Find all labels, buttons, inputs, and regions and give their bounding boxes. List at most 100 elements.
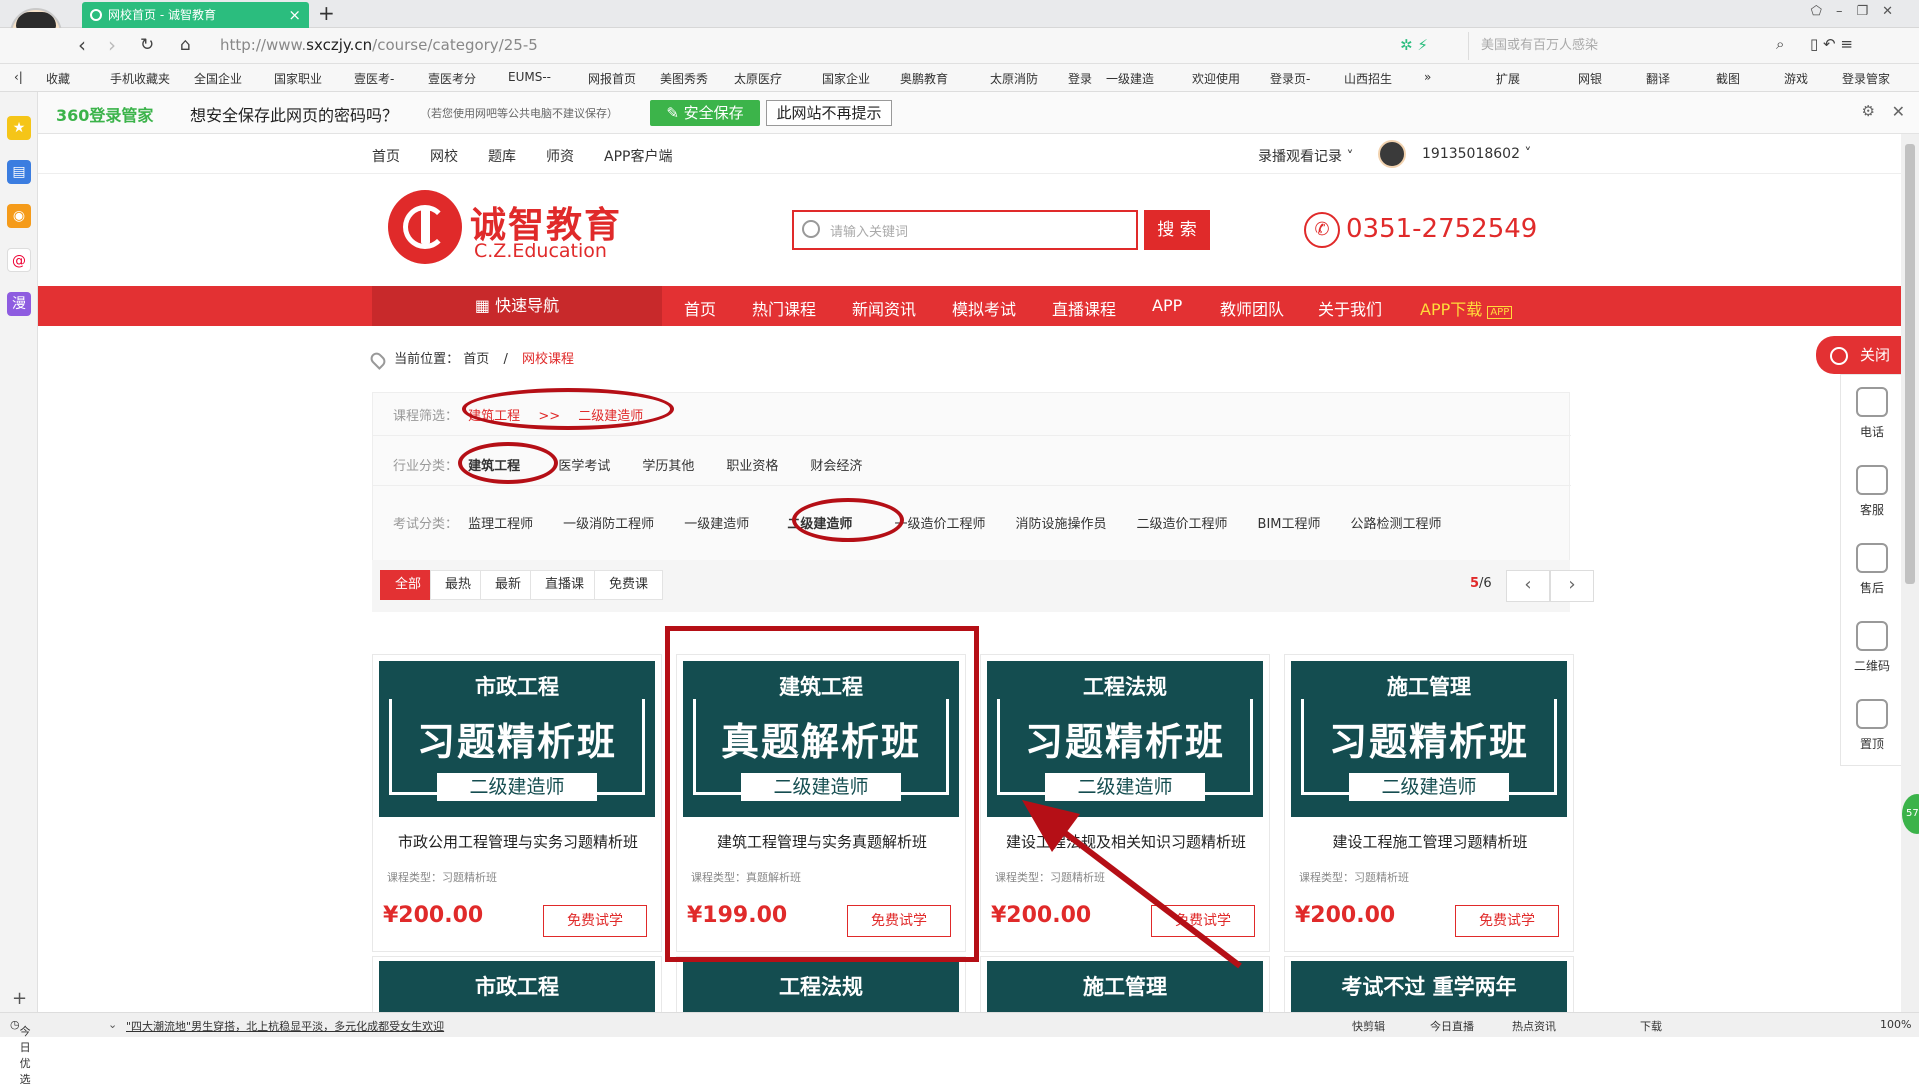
course-thumbnail[interactable]: 工程法规 <box>683 961 959 1012</box>
filter-option[interactable]: BIM工程师 <box>1258 513 1321 532</box>
service-item[interactable]: 客服 <box>1841 453 1903 533</box>
filter-option[interactable]: 一级建造师 <box>684 513 749 532</box>
sort-tab[interactable]: 最新 <box>480 570 537 600</box>
toolbar-item[interactable]: 扩展 <box>1496 70 1520 87</box>
prev-page-button[interactable]: ‹ <box>1506 570 1550 602</box>
course-card[interactable]: 市政工程 习题精析班 二级建造师 市政公用工程管理与实务习题精析班 课程类型：习题精析班… <box>372 654 662 952</box>
status-item[interactable]: 今日直播 <box>1430 1018 1474 1034</box>
bookmark-item[interactable]: 收藏 <box>46 70 70 87</box>
mainnav-item[interactable]: 新闻资讯 <box>852 296 916 320</box>
sort-tab[interactable]: 全部 <box>380 570 437 600</box>
mainnav-item[interactable]: 热门课程 <box>752 296 816 320</box>
mainnav-item[interactable]: 关于我们 <box>1318 296 1382 320</box>
filter-option[interactable]: 财会经济 <box>810 455 862 474</box>
close-tab-icon[interactable]: × <box>288 2 301 28</box>
new-tab-button[interactable]: + <box>318 0 335 26</box>
course-thumbnail[interactable]: 市政工程 习题精析班 二级建造师 <box>379 661 655 817</box>
bookmark-item[interactable]: 太原消防 <box>990 70 1038 87</box>
mainnav-item[interactable]: 首页 <box>684 296 716 320</box>
sidebar-toggle-icon[interactable]: ‹| <box>14 70 23 84</box>
favorites-icon[interactable]: ★ <box>7 116 31 140</box>
username-link[interactable]: 19135018602 ˅ <box>1422 146 1531 162</box>
bookmark-item[interactable]: 全国企业 <box>194 70 242 87</box>
filter-option[interactable]: 职业资格 <box>726 455 778 474</box>
browser-tab-active[interactable]: 网校首页 - 诚智教育 × <box>82 2 309 28</box>
bookmark-item[interactable]: 国家职业 <box>274 70 322 87</box>
page-scrollbar[interactable] <box>1901 134 1919 1012</box>
never-prompt-button[interactable]: 此网站不再提示 <box>766 100 892 126</box>
close-icon[interactable]: ✕ <box>1892 102 1905 121</box>
panel-close-button[interactable]: 关闭 <box>1816 336 1902 374</box>
news-icon[interactable]: ▤ <box>7 160 31 184</box>
home-icon[interactable]: ⌂ <box>180 34 191 56</box>
course-thumbnail[interactable]: 考试不过 重学两年 <box>1291 961 1567 1012</box>
search-icon[interactable]: ⌕ <box>1776 35 1784 53</box>
daily-pick[interactable]: ◷ 今日优选 <box>10 1018 31 1086</box>
toolbar-item[interactable]: 登录管家 <box>1842 70 1890 87</box>
service-item[interactable]: 电话 <box>1841 375 1903 455</box>
weibo-icon[interactable]: ◉ <box>7 204 31 228</box>
user-avatar-small[interactable] <box>1378 140 1406 168</box>
topnav-link[interactable]: APP客户端 <box>604 146 672 166</box>
free-trial-button[interactable]: 免费试学 <box>543 905 647 937</box>
filter-option[interactable]: 医学考试 <box>558 455 610 474</box>
toolbar-item[interactable]: 网银 <box>1578 70 1602 87</box>
status-item[interactable]: 热点资讯 <box>1512 1018 1556 1034</box>
add-sidebar-icon[interactable]: + <box>12 988 27 1009</box>
service-item[interactable]: 置顶 <box>1841 687 1903 767</box>
service-item[interactable]: 售后 <box>1841 531 1903 611</box>
bookmark-item[interactable]: 美图秀秀 <box>660 70 708 87</box>
scrollbar-thumb[interactable] <box>1905 144 1915 584</box>
bookmark-item[interactable]: 壹医考分 <box>428 70 476 87</box>
bookmark-item[interactable]: 网报首页 <box>588 70 636 87</box>
service-item[interactable]: 二维码 <box>1841 609 1903 689</box>
free-trial-button[interactable]: 免费试学 <box>1455 905 1559 937</box>
filter-option[interactable]: 一级消防工程师 <box>563 513 654 532</box>
bookmark-item[interactable]: 登录页- <box>1270 70 1310 87</box>
bookmark-item[interactable]: 欢迎使用 <box>1192 70 1240 87</box>
mainnav-item[interactable]: 教师团队 <box>1220 296 1284 320</box>
gear-icon[interactable]: ⚙ <box>1862 102 1875 120</box>
next-page-button[interactable]: › <box>1550 570 1594 602</box>
site-search-input[interactable]: 请输入关键词 <box>792 210 1138 250</box>
safe-save-button[interactable]: ✎ 安全保存 <box>650 100 760 126</box>
course-thumbnail[interactable]: 施工管理 习题精析班 二级建造师 <box>1291 661 1567 817</box>
bookmark-item[interactable]: EUMS-- <box>508 70 551 84</box>
course-title[interactable]: 建设工程施工管理习题精析班 <box>1285 831 1575 852</box>
bookmark-item[interactable]: 山西招生 <box>1344 70 1392 87</box>
course-card[interactable]: 工程法规 <box>676 956 966 1012</box>
bookmark-item[interactable]: 太原医疗 <box>734 70 782 87</box>
mainnav-item[interactable]: 直播课程 <box>1052 296 1116 320</box>
mail-icon[interactable]: @ <box>7 248 31 272</box>
topnav-link[interactable]: 题库 <box>488 146 516 166</box>
bookmark-item[interactable]: 壹医考- <box>354 70 394 87</box>
course-title[interactable]: 市政公用工程管理与实务习题精析班 <box>373 831 663 852</box>
bookmark-item[interactable]: 手机收藏夹 <box>110 70 170 87</box>
toolbar-item[interactable]: 截图 <box>1716 70 1740 87</box>
mainnav-item[interactable]: APP <box>1152 296 1182 315</box>
comic-icon[interactable]: 漫 <box>7 292 31 316</box>
status-item[interactable]: 快剪辑 <box>1352 1018 1385 1034</box>
course-card[interactable]: 考试不过 重学两年 <box>1284 956 1574 1012</box>
site-logo-icon[interactable] <box>388 190 462 264</box>
breadcrumb-current[interactable]: 网校课程 <box>522 352 574 367</box>
topnav-link[interactable]: 首页 <box>372 146 400 166</box>
sort-tab[interactable]: 最热 <box>430 570 487 600</box>
filter-option[interactable]: 二级造价工程师 <box>1137 513 1228 532</box>
bookmark-item[interactable]: 国家企业 <box>822 70 870 87</box>
app-download-link[interactable]: APP下载 APP <box>1420 296 1513 320</box>
bookmarks-more[interactable]: » <box>1424 70 1431 84</box>
menu-icon[interactable]: ▯ ↶ ≡ <box>1810 35 1853 53</box>
url-field[interactable]: http://www.sxczjy.cn/course/category/25-… <box>220 36 538 54</box>
filter-option[interactable]: 学历其他 <box>642 455 694 474</box>
browser-search-input[interactable]: 美国或有百万人感染 <box>1468 32 1788 60</box>
course-thumbnail[interactable]: 市政工程 <box>379 961 655 1012</box>
mainnav-item[interactable]: 模拟考试 <box>952 296 1016 320</box>
bookmark-item[interactable]: 一级建造 <box>1106 70 1154 87</box>
course-card[interactable]: 市政工程 <box>372 956 662 1012</box>
back-icon[interactable]: ‹ <box>78 34 86 56</box>
sort-tab[interactable]: 直播课 <box>530 570 600 600</box>
topnav-link[interactable]: 网校 <box>430 146 458 166</box>
course-card[interactable]: 施工管理 习题精析班 二级建造师 建设工程施工管理习题精析班 课程类型：习题精析班 ¥20… <box>1284 654 1574 952</box>
sort-tab[interactable]: 免费课 <box>594 570 664 600</box>
